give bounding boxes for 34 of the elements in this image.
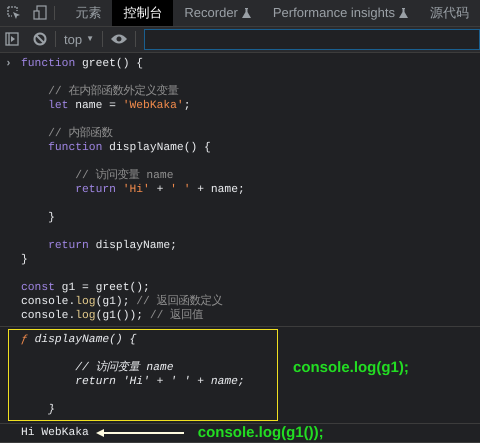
sidebar-toggle-icon[interactable] [5,32,19,46]
code-line: // 在内部函数外定义变量 [47,86,178,98]
code-line: } [47,212,55,224]
code-line: let name = 'WebKaka'; [47,100,190,112]
code-line: console.log(g1); // 返回函数定义 [21,296,223,308]
code-line: function displayName() { [47,142,211,154]
output-value: Hi WebKaka [21,426,89,440]
tab[interactable]: 控制台 [112,0,174,26]
output-line: return 'Hi' + ' ' + name; [74,376,245,388]
annotation-label: console.log(g1()); [198,426,324,440]
inspect-icon[interactable] [7,6,21,20]
eye-icon[interactable] [111,33,127,46]
tab[interactable]: 元素 [64,0,112,26]
clear-icon[interactable] [33,32,47,46]
filter-field[interactable] [144,28,480,50]
tab[interactable]: 源代码 [419,0,480,26]
tab[interactable]: Recorder [173,0,262,26]
code-line: return displayName; [47,240,177,252]
code-line: // 内部函数 [47,128,112,140]
arrow-icon [96,429,184,437]
output-line: // 访问变量 name [74,362,174,374]
tab[interactable]: Performance insights [262,0,419,26]
code-line: const g1 = greet(); [21,282,150,294]
device-icon[interactable] [33,5,47,20]
output-line: ƒ displayName() { [21,334,136,346]
code-line: return 'Hi' + ' ' + name; [74,184,245,196]
annotation-label: console.log(g1); [293,361,409,375]
prompt-icon: › [0,57,21,323]
code-line: function greet() { [21,58,144,70]
output-line: } [47,404,55,416]
code-line: console.log(g1()); // 返回值 [21,310,204,322]
code-line: // 访问变量 name [74,170,174,182]
context-select[interactable]: top ▼ [64,30,94,50]
code-line: } [21,254,28,266]
